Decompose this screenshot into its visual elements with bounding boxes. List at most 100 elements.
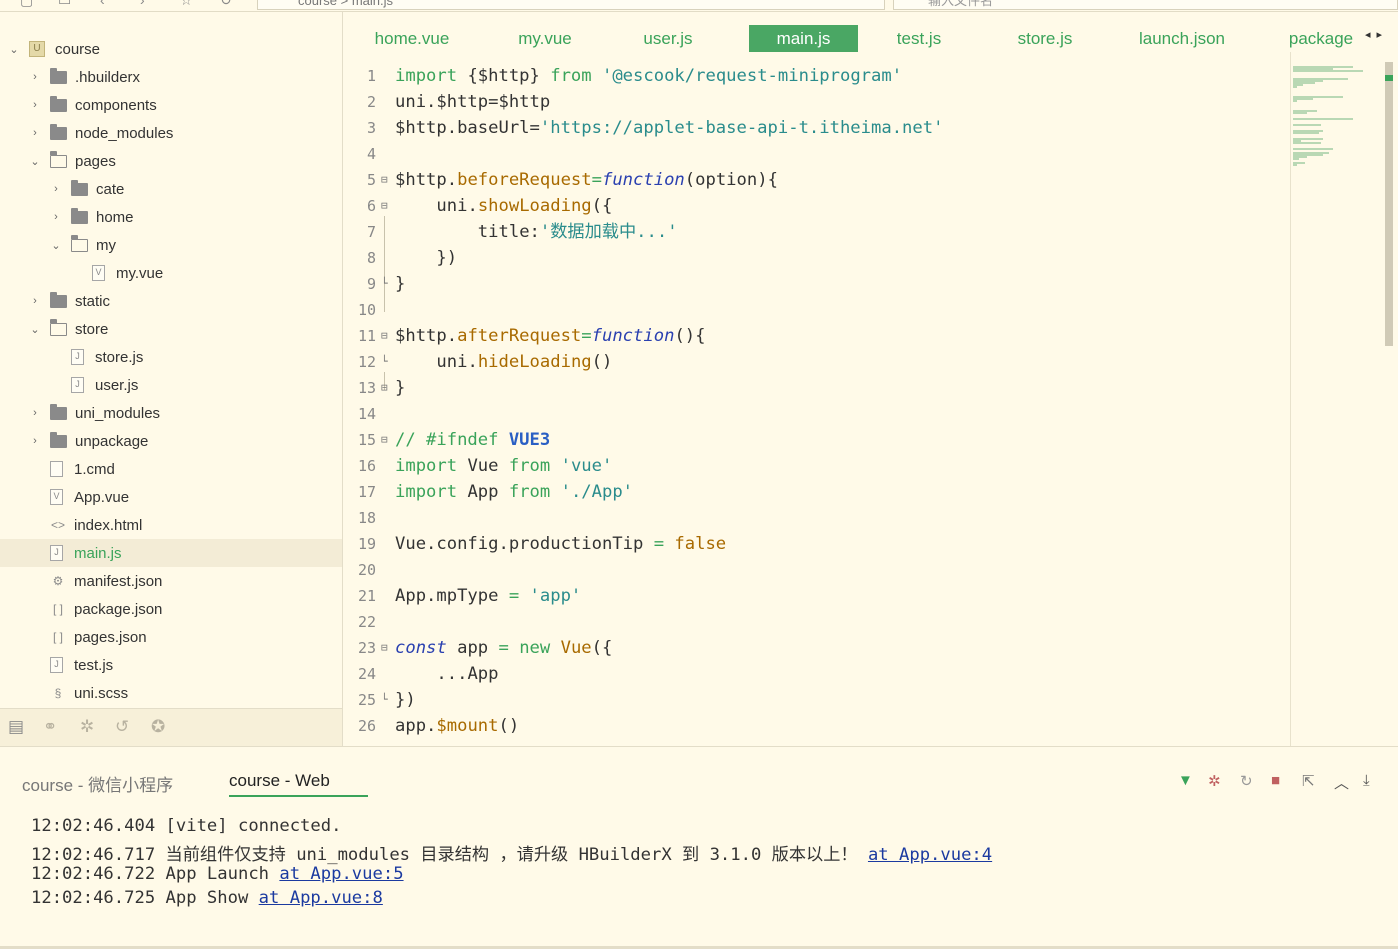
tab-main-js[interactable]: main.js — [749, 25, 858, 52]
save-icon[interactable]: ▭ — [58, 0, 71, 9]
tree-item-course[interactable]: ⌄ Ucourse — [0, 35, 342, 63]
minimap[interactable] — [1290, 52, 1398, 746]
back-icon[interactable]: ‹ — [100, 0, 105, 8]
chevron-right-icon[interactable]: › — [50, 183, 62, 195]
code-line[interactable]: 19 Vue.config.productionTip = false — [344, 531, 1290, 557]
code-line[interactable]: 20 — [344, 557, 1290, 583]
fold-toggle-icon[interactable]: ⊟ — [381, 375, 390, 401]
restart-icon[interactable]: ↻ — [1240, 772, 1253, 790]
tab-package[interactable]: package — [1286, 25, 1356, 52]
code-line[interactable]: 26 app.$mount() — [344, 713, 1290, 739]
code-line[interactable]: 17 import App from './App' — [344, 479, 1290, 505]
code-line[interactable]: 13 ⊟} — [344, 375, 1290, 401]
file-search-input[interactable]: 输入文件名 — [893, 0, 1398, 10]
new-file-icon[interactable]: ▢ — [20, 0, 33, 9]
tree-item-main-js[interactable]: ›Jmain.js — [0, 539, 342, 567]
fold-toggle-icon[interactable]: ⊟ — [381, 167, 390, 193]
filter-icon[interactable]: ▼ — [1178, 772, 1193, 789]
tree-item-manifest-json[interactable]: ›⚙manifest.json — [0, 567, 342, 595]
tab-user-js[interactable]: user.js — [643, 25, 693, 52]
code-line[interactable]: 23 ⊟ const app = new Vue({ — [344, 635, 1290, 661]
tree-item-node-modules[interactable]: › node_modules — [0, 119, 342, 147]
tab-scroll-arrows-icon[interactable]: ◂▸ — [1365, 28, 1388, 41]
plugin-icon[interactable]: ✪ — [151, 717, 165, 737]
code-line[interactable]: 6 ⊟ uni.showLoading({ — [344, 193, 1290, 219]
tab-store-js[interactable]: store.js — [1015, 25, 1075, 52]
console-tab-web[interactable]: course - Web — [229, 771, 368, 797]
tab-launch-json[interactable]: launch.json — [1136, 25, 1228, 52]
code-line[interactable]: 18 — [344, 505, 1290, 531]
tree-item-pages-json[interactable]: ›[ ]pages.json — [0, 623, 342, 651]
tree-item-my-vue[interactable]: ›Vmy.vue — [0, 259, 342, 287]
chevron-down-icon[interactable]: ⌄ — [50, 239, 62, 252]
code-line[interactable]: 22 — [344, 609, 1290, 635]
code-line[interactable]: 1 import {$http} from '@escook/request-mi… — [344, 63, 1290, 89]
fold-toggle-icon[interactable]: ⊟ — [381, 427, 390, 453]
tree-item-home[interactable]: › home — [0, 203, 342, 231]
address-bar[interactable]: course > main.js — [257, 0, 885, 10]
tree-item-hbuilderx[interactable]: › .hbuilderx — [0, 63, 342, 91]
binoculars-icon[interactable]: ⚭ — [43, 717, 57, 737]
code-line[interactable]: 2 uni.$http=$http — [344, 89, 1290, 115]
code-line[interactable]: 3 $http.baseUrl='https://applet-base-api-… — [344, 115, 1290, 141]
tree-item-package-json[interactable]: ›[ ]package.json — [0, 595, 342, 623]
chevron-right-icon[interactable]: › — [29, 71, 41, 83]
open-external-icon[interactable]: ⇱ — [1302, 772, 1315, 790]
chevron-down-icon[interactable]: ⌄ — [29, 323, 41, 336]
code-line[interactable]: 5 ⊟ $http.beforeRequest=function(option){ — [344, 167, 1290, 193]
code-line[interactable]: 21 App.mpType = 'app' — [344, 583, 1290, 609]
tree-item-store[interactable]: ⌄ store — [0, 315, 342, 343]
code-line[interactable]: 7 title:'数据加载中...' — [344, 219, 1290, 245]
chevron-right-icon[interactable]: › — [50, 211, 62, 223]
stop-icon[interactable]: ■ — [1271, 772, 1280, 789]
tab-my-vue[interactable]: my.vue — [515, 25, 575, 52]
code-line[interactable]: 10 — [344, 297, 1290, 323]
code-editor[interactable]: 1 import {$http} from '@escook/request-mi… — [344, 52, 1290, 746]
code-line[interactable]: 25 └}) — [344, 687, 1290, 713]
code-line[interactable]: 12 └ uni.hideLoading() — [344, 349, 1290, 375]
chevron-right-icon[interactable]: › — [29, 99, 41, 111]
chevron-right-icon[interactable]: › — [29, 127, 41, 139]
tree-item-uni-modules[interactable]: › uni_modules — [0, 399, 342, 427]
tree-item-index-html[interactable]: ›<>index.html — [0, 511, 342, 539]
chevron-right-icon[interactable]: › — [29, 407, 41, 419]
code-line[interactable]: 4 — [344, 141, 1290, 167]
star-icon[interactable]: ☆ — [180, 0, 193, 9]
code-line[interactable]: 14 — [344, 401, 1290, 427]
code-line[interactable]: 9 └} — [344, 271, 1290, 297]
chevron-down-icon[interactable]: ⌄ — [29, 155, 41, 168]
tab-home-vue[interactable]: home.vue — [372, 25, 452, 52]
tree-item-cate[interactable]: › cate — [0, 175, 342, 203]
forward-icon[interactable]: › — [140, 0, 145, 8]
tree-item-components[interactable]: › components — [0, 91, 342, 119]
chevron-down-icon[interactable]: ⌄ — [8, 43, 20, 56]
fold-toggle-icon[interactable]: ⊟ — [381, 323, 390, 349]
tree-item-static[interactable]: › static — [0, 287, 342, 315]
editor-scrollbar[interactable] — [1385, 62, 1393, 346]
explorer-icon[interactable]: ▤ — [8, 717, 24, 737]
maximize-icon[interactable]: ︿ — [1334, 772, 1349, 793]
debug-icon[interactable]: ✲ — [1208, 772, 1221, 790]
code-line[interactable]: 11 ⊟ $http.afterRequest=function(){ — [344, 323, 1290, 349]
bug-icon[interactable]: ✲ — [80, 717, 94, 737]
chevron-right-icon[interactable]: › — [29, 435, 41, 447]
tree-item-unpackage[interactable]: › unpackage — [0, 427, 342, 455]
clear-console-icon[interactable]: ⤓ — [1363, 772, 1370, 789]
tree-item-uni-scss[interactable]: ›§uni.scss — [0, 679, 342, 707]
tree-item-app-vue[interactable]: ›VApp.vue — [0, 483, 342, 511]
git-icon[interactable]: ↺ — [115, 717, 129, 737]
tree-item-pages[interactable]: ⌄ pages — [0, 147, 342, 175]
tab-test-js[interactable]: test.js — [895, 25, 943, 52]
tree-item-user-js[interactable]: ›Juser.js — [0, 371, 342, 399]
code-line[interactable]: 24 ...App — [344, 661, 1290, 687]
code-line[interactable]: 8 }) — [344, 245, 1290, 271]
refresh-icon[interactable]: ↻ — [220, 0, 232, 9]
tree-item-store-js[interactable]: ›Jstore.js — [0, 343, 342, 371]
code-line[interactable]: 16 import Vue from 'vue' — [344, 453, 1290, 479]
chevron-right-icon[interactable]: › — [29, 295, 41, 307]
fold-toggle-icon[interactable]: ⊟ — [381, 193, 390, 219]
console-source-link[interactable]: at App.vue:5 — [279, 864, 403, 884]
tree-item-test-js[interactable]: ›Jtest.js — [0, 651, 342, 679]
console-source-link[interactable]: at App.vue:8 — [259, 888, 383, 908]
tree-item-my[interactable]: ⌄ my — [0, 231, 342, 259]
